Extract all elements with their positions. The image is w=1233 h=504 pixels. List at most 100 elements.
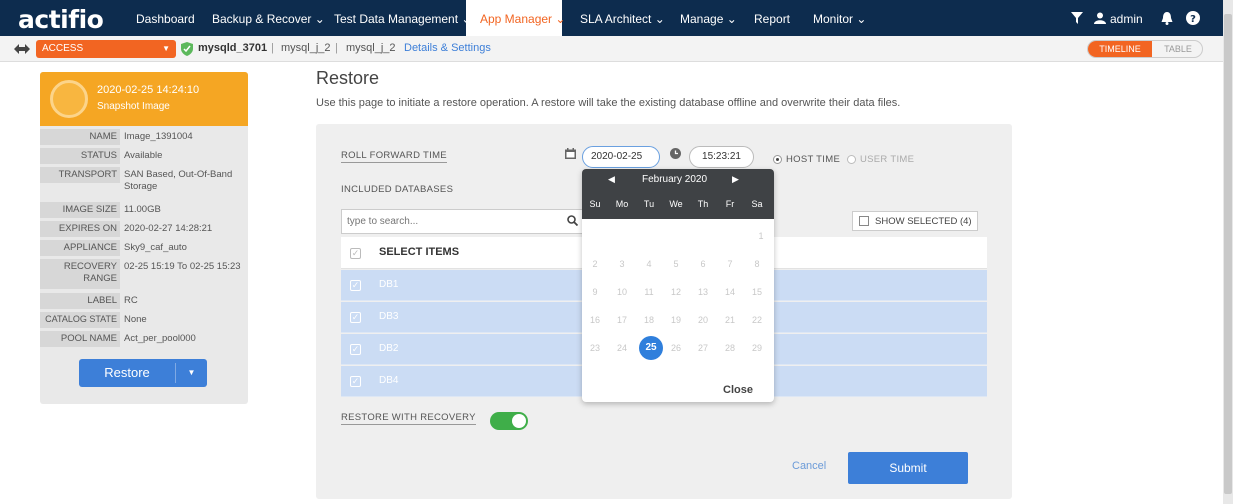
row-checkbox[interactable]: ✓	[350, 376, 361, 387]
breadcrumb-app[interactable]: mysql_j_2	[346, 42, 396, 54]
nav-backup-recover[interactable]: Backup & Recover ⌄	[212, 0, 325, 36]
restore-with-recovery-switch[interactable]	[490, 412, 528, 430]
help-icon[interactable]: ?	[1186, 11, 1200, 25]
view-timeline-button[interactable]: TIMELINE	[1088, 41, 1152, 57]
access-dropdown[interactable]: ACCESS ▼	[36, 40, 176, 58]
calendar-day[interactable]: 23	[584, 337, 606, 359]
breadcrumb-host[interactable]: mysql_j_2	[281, 42, 331, 54]
calendar-day[interactable]: 1	[750, 225, 772, 247]
nav-monitor[interactable]: Monitor ⌄	[813, 0, 866, 36]
access-label: ACCESS	[42, 43, 84, 54]
calendar-day[interactable]: 27	[692, 337, 714, 359]
calendar-close-button[interactable]: Close	[723, 384, 753, 396]
bell-icon[interactable]	[1161, 12, 1173, 25]
calendar-day[interactable]: 6	[692, 253, 714, 275]
user-name[interactable]: admin	[1110, 0, 1143, 36]
calendar-day[interactable]: 18	[638, 309, 660, 331]
weekday: Fr	[725, 199, 735, 209]
database-name: mysqld_3701	[198, 42, 268, 54]
filter-icon[interactable]	[1071, 12, 1083, 24]
restore-with-recovery-label: RESTORE WITH RECOVERY	[341, 412, 476, 425]
switch-knob	[512, 414, 526, 428]
calendar-day[interactable]: 28	[719, 337, 741, 359]
calendar-month: February 2020	[642, 174, 708, 185]
page-scrollbar[interactable]	[1223, 0, 1233, 504]
nav-manage[interactable]: Manage ⌄	[680, 0, 737, 36]
calendar-day[interactable]: 22	[746, 309, 768, 331]
restore-button[interactable]: Restore	[79, 359, 175, 387]
show-selected-checkbox[interactable]	[859, 216, 869, 226]
calendar-day[interactable]: 8	[746, 253, 768, 275]
submit-button[interactable]: Submit	[848, 452, 968, 484]
calendar-day[interactable]: 16	[584, 309, 606, 331]
prev-month-icon[interactable]: ◀	[608, 174, 615, 185]
calendar-day[interactable]: 9	[584, 281, 606, 303]
calendar-day[interactable]: 26	[665, 337, 687, 359]
nav-sla-architect[interactable]: SLA Architect ⌄	[580, 0, 665, 36]
row-checkbox[interactable]: ✓	[350, 344, 361, 355]
calendar-day[interactable]: 3	[611, 253, 633, 275]
calendar-day[interactable]: 13	[692, 281, 714, 303]
calendar-day[interactable]: 4	[638, 253, 660, 275]
search-icon[interactable]	[567, 215, 578, 226]
snapshot-panel: 2020-02-25 14:24:10 Snapshot Image NAME I…	[40, 72, 248, 404]
weekday: Tu	[643, 199, 655, 209]
prop-expires-on: EXPIRES ON 2020-02-27 14:28:21	[40, 221, 248, 237]
actifio-logo[interactable]: actifio	[18, 5, 104, 34]
show-selected-toggle[interactable]: SHOW SELECTED (4)	[852, 211, 978, 231]
calendar-day[interactable]: 17	[611, 309, 633, 331]
calendar-day[interactable]: 15	[746, 281, 768, 303]
calendar-icon[interactable]	[565, 148, 576, 159]
database-search-input[interactable]	[341, 209, 583, 234]
context-bar: ACCESS ▼ mysqld_3701 | mysql_j_2 | mysql…	[0, 36, 1233, 62]
calendar-day[interactable]: 10	[611, 281, 633, 303]
calendar-day[interactable]: 5	[665, 253, 687, 275]
details-settings-link[interactable]: Details & Settings	[404, 42, 491, 54]
row-checkbox[interactable]: ✓	[350, 312, 361, 323]
view-table-button[interactable]: TABLE	[1152, 41, 1202, 57]
user-icon[interactable]	[1094, 12, 1106, 24]
row-checkbox[interactable]: ✓	[350, 280, 361, 291]
back-arrows-icon[interactable]	[14, 43, 30, 55]
select-items-header: SELECT ITEMS	[379, 246, 460, 258]
cancel-button[interactable]: Cancel	[792, 460, 826, 472]
host-time-label: HOST TIME	[786, 154, 841, 165]
calendar-day[interactable]: 14	[719, 281, 741, 303]
calendar-day[interactable]: 29	[746, 337, 768, 359]
nav-dashboard[interactable]: Dashboard	[136, 0, 195, 36]
select-all-checkbox[interactable]: ✓	[350, 248, 361, 259]
calendar-day-selected[interactable]: 25	[639, 336, 663, 360]
page-title: Restore	[316, 68, 380, 88]
user-time-radio[interactable]	[847, 155, 856, 164]
weekday: Mo	[615, 199, 629, 209]
nav-app-manager[interactable]: App Manager ⌄	[466, 0, 565, 36]
nav-test-data-management[interactable]: Test Data Management ⌄	[334, 0, 471, 36]
prop-pool-name: POOL NAME Act_per_pool000	[40, 331, 248, 347]
restore-split-button: Restore ▼	[79, 359, 207, 387]
calendar-day[interactable]: 11	[638, 281, 660, 303]
calendar-day[interactable]: 12	[665, 281, 687, 303]
calendar-day[interactable]: 7	[719, 253, 741, 275]
calendar-day[interactable]: 19	[665, 309, 687, 331]
time-input[interactable]: 15:23:21	[689, 146, 754, 168]
calendar-day[interactable]: 24	[611, 337, 633, 359]
next-month-icon[interactable]: ▶	[732, 174, 739, 185]
calendar-day[interactable]: 20	[692, 309, 714, 331]
restore-options-chevron-icon[interactable]: ▼	[176, 359, 207, 387]
top-navbar: actifio Dashboard Backup & Recover ⌄ Tes…	[0, 0, 1233, 36]
snapshot-datetime: 2020-02-25 14:24:10	[97, 84, 200, 96]
scrollbar-thumb[interactable]	[1224, 14, 1232, 494]
calendar-day[interactable]: 2	[584, 253, 606, 275]
date-input[interactable]: 2020-02-25	[582, 146, 660, 168]
weekday: Su	[589, 199, 601, 209]
nav-report[interactable]: Report	[754, 0, 790, 36]
view-toggle: TIMELINE TABLE	[1087, 40, 1203, 58]
clock-icon[interactable]	[670, 148, 681, 159]
weekday: Th	[697, 199, 709, 209]
calendar-day[interactable]: 21	[719, 309, 741, 331]
prop-recovery-range: RECOVERY RANGE 02-25 15:19 To 02-25 15:23	[40, 259, 248, 289]
snapshot-header: 2020-02-25 14:24:10 Snapshot Image	[40, 72, 248, 126]
prop-appliance: APPLIANCE Sky9_caf_auto	[40, 240, 248, 256]
prop-status: STATUS Available	[40, 148, 248, 164]
host-time-radio[interactable]	[773, 155, 782, 164]
